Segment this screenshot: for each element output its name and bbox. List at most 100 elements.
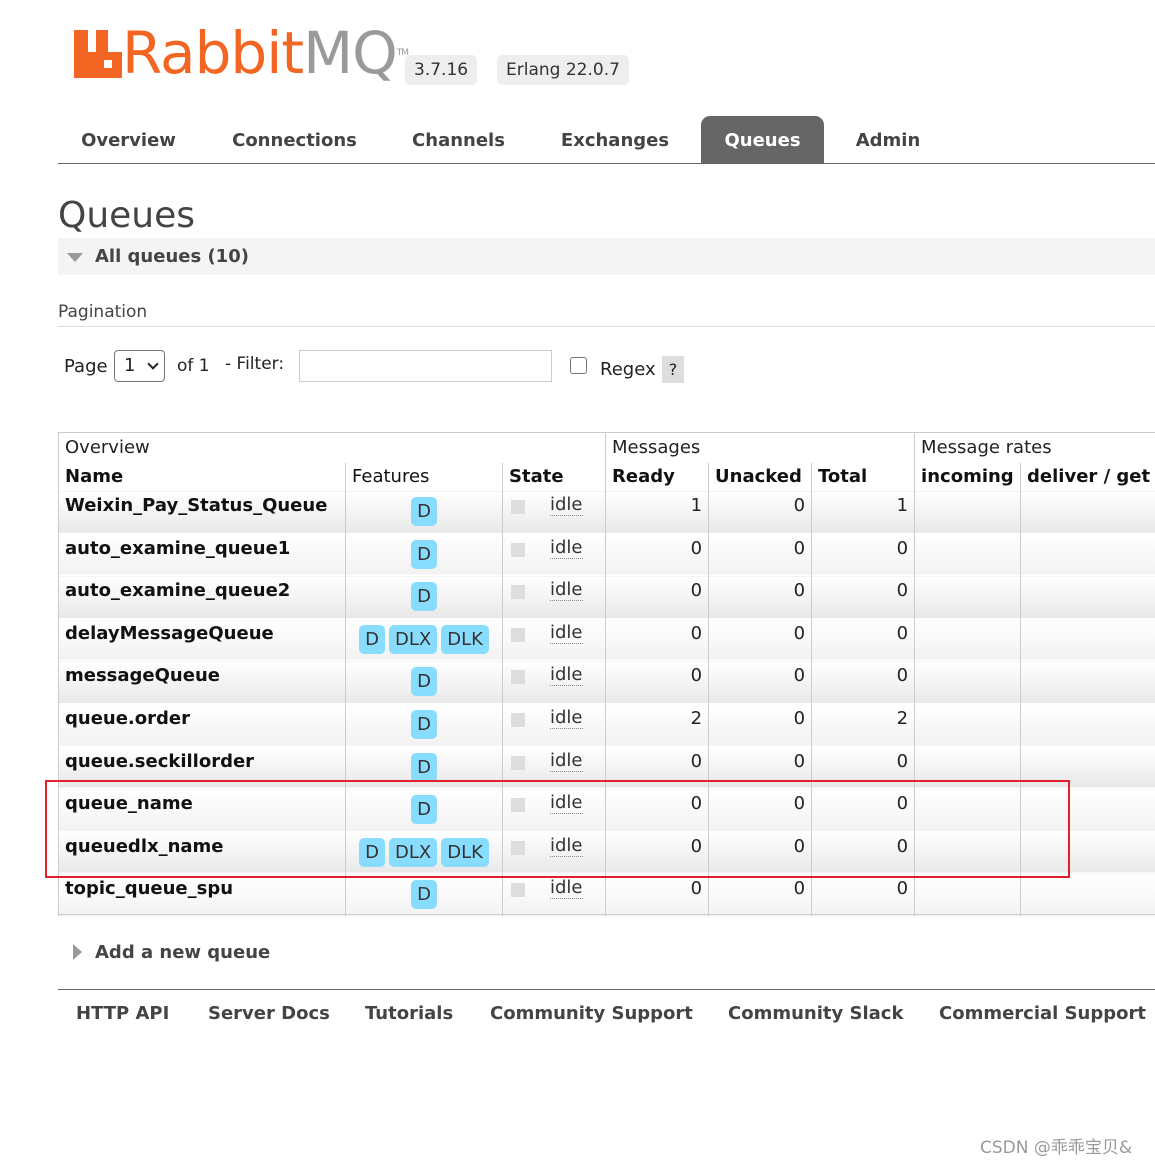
total-count: 2 <box>811 702 915 747</box>
unacked-count: 0 <box>708 617 812 661</box>
deliver-get-rate <box>1020 490 1155 534</box>
column-header-name[interactable]: Name <box>58 462 346 491</box>
version-badge: 3.7.16 <box>405 55 478 85</box>
tab-exchanges[interactable]: Exchanges <box>546 116 684 163</box>
ready-count: 1 <box>605 490 709 534</box>
tab-overview[interactable]: Overview <box>66 116 191 163</box>
table-row: auto_examine_queue1 Didle 0 0 0 <box>58 532 1155 576</box>
table-row: Weixin_Pay_Status_Queue Didle 1 0 1 <box>58 490 1155 534</box>
unacked-count: 0 <box>708 575 812 619</box>
queue-state: idle <box>501 617 606 661</box>
queue-features: D <box>345 532 503 576</box>
state-label: idle <box>550 664 583 687</box>
queue-name-link[interactable]: topic_queue_spu <box>58 873 346 917</box>
column-header-ready[interactable]: Ready <box>605 462 709 491</box>
filter-label: - Filter: <box>225 354 285 374</box>
footer-link-http-api[interactable]: HTTP API <box>76 1003 169 1024</box>
state-indicator-icon <box>511 500 525 514</box>
queue-state: idle <box>501 702 606 747</box>
filter-input[interactable] <box>299 350 552 382</box>
state-indicator-icon <box>511 627 525 642</box>
queue-features: D <box>345 660 503 704</box>
column-header-deliver-get[interactable]: deliver / get <box>1020 462 1155 491</box>
total-count: 0 <box>811 575 915 619</box>
footer-link-community-support[interactable]: Community Support <box>490 1003 693 1024</box>
total-count: 0 <box>811 873 915 917</box>
column-header-incoming[interactable]: incoming <box>914 462 1021 491</box>
state-label: idle <box>550 536 583 559</box>
state-label: idle <box>550 706 583 729</box>
logo-text: RabbitMQTM <box>122 19 409 87</box>
ready-count: 2 <box>605 702 709 747</box>
footer-link-server-docs[interactable]: Server Docs <box>208 1003 330 1024</box>
deliver-get-rate <box>1020 702 1155 747</box>
page-select[interactable]: 1 <box>114 350 165 382</box>
section-title: All queues (10) <box>95 246 249 267</box>
queue-name-link[interactable]: auto_examine_queue1 <box>58 532 346 576</box>
queue-name-link[interactable]: Weixin_Pay_Status_Queue <box>58 490 346 534</box>
unacked-count: 0 <box>708 660 812 704</box>
footer-link-commercial-support[interactable]: Commercial Support <box>939 1003 1146 1024</box>
table-row: delayMessageQueue D DLX DLK idle 0 0 0 <box>58 617 1155 661</box>
add-new-queue-toggle[interactable]: Add a new queue <box>95 942 270 963</box>
expand-triangle-icon <box>73 944 82 960</box>
unacked-count: 0 <box>708 532 812 576</box>
tab-channels[interactable]: Channels <box>398 116 519 163</box>
unacked-count: 0 <box>708 873 812 917</box>
ready-count: 0 <box>605 575 709 619</box>
column-header-state[interactable]: State <box>501 462 606 491</box>
rabbit-logo-icon <box>74 30 122 78</box>
page-label: Page <box>64 356 108 377</box>
total-count: 0 <box>811 532 915 576</box>
column-header-features: Features <box>345 462 503 491</box>
feature-badge-dlk: DLK <box>441 624 489 654</box>
queue-state: idle <box>501 873 606 917</box>
table-row: auto_examine_queue2 Didle 0 0 0 <box>58 575 1155 619</box>
tab-admin[interactable]: Admin <box>843 116 933 163</box>
state-indicator-icon <box>511 755 525 770</box>
queue-state: idle <box>501 575 606 619</box>
queue-features: D <box>345 575 503 619</box>
divider <box>58 326 1155 327</box>
column-header-total[interactable]: Total <box>811 462 915 491</box>
queue-name-link[interactable]: delayMessageQueue <box>58 617 346 661</box>
tab-queues[interactable]: Queues <box>701 116 824 163</box>
pagination-heading: Pagination <box>58 302 148 322</box>
table-row: queue.order Didle 2 0 2 <box>58 702 1155 747</box>
deliver-get-rate <box>1020 660 1155 704</box>
total-count: 0 <box>811 617 915 661</box>
total-count: 0 <box>811 660 915 704</box>
tab-connections[interactable]: Connections <box>218 116 371 163</box>
ready-count: 0 <box>605 660 709 704</box>
group-header-message-rates: Message rates <box>914 432 1155 463</box>
rabbitmq-logo[interactable]: RabbitMQTM <box>74 19 409 87</box>
regex-checkbox[interactable] <box>570 357 587 374</box>
all-queues-section-toggle[interactable]: All queues (10) <box>58 238 1155 275</box>
queue-state: idle <box>501 532 606 576</box>
ready-count: 0 <box>605 532 709 576</box>
column-header-unacked[interactable]: Unacked <box>708 462 812 491</box>
state-label: idle <box>550 621 583 644</box>
queue-name-link[interactable]: messageQueue <box>58 660 346 704</box>
page-select-value: 1 <box>124 355 136 376</box>
queue-features: D DLX DLK <box>345 617 503 661</box>
incoming-rate <box>914 873 1021 917</box>
state-indicator-icon <box>511 542 525 557</box>
queue-name-link[interactable]: queue.order <box>58 702 346 747</box>
feature-badge-d: D <box>359 624 385 654</box>
queue-features: D <box>345 702 503 747</box>
ready-count: 0 <box>605 617 709 661</box>
incoming-rate <box>914 617 1021 661</box>
queue-name-link[interactable]: auto_examine_queue2 <box>58 575 346 619</box>
footer-link-tutorials[interactable]: Tutorials <box>365 1003 453 1024</box>
incoming-rate <box>914 532 1021 576</box>
state-label: idle <box>550 877 583 900</box>
incoming-rate <box>914 490 1021 534</box>
ready-count: 0 <box>605 873 709 917</box>
footer-link-community-slack[interactable]: Community Slack <box>728 1003 903 1024</box>
queue-features: D <box>345 873 503 917</box>
incoming-rate <box>914 660 1021 704</box>
regex-help-button[interactable]: ? <box>662 356 684 383</box>
table-row: topic_queue_spu Didle 0 0 0 <box>58 873 1155 917</box>
feature-badge-d: D <box>411 709 437 739</box>
